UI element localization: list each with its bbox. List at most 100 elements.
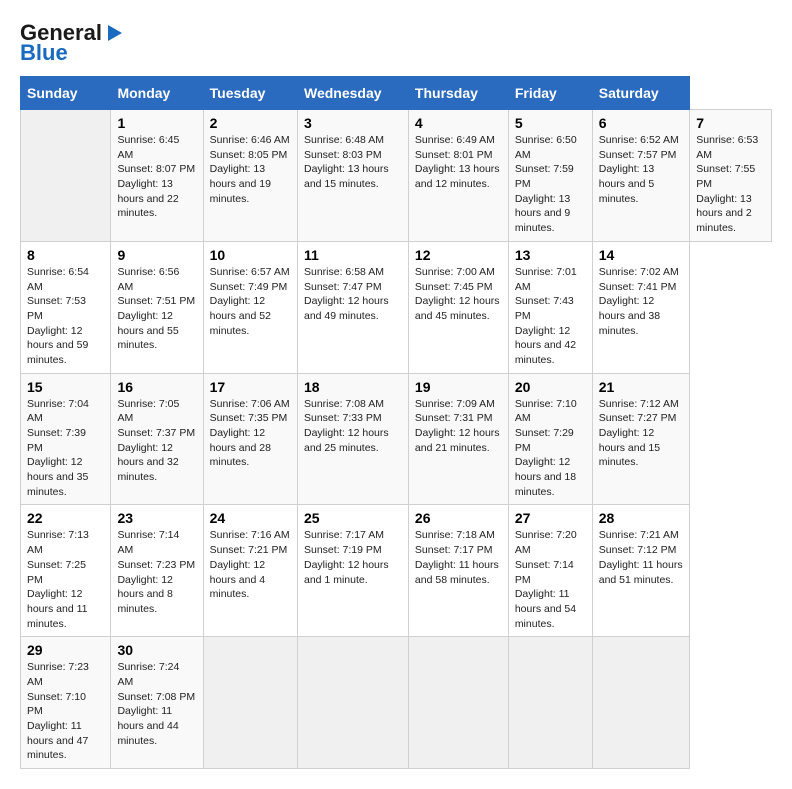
sunset-time: Sunset: 7:41 PM <box>599 281 677 293</box>
week-row-1: 1 Sunrise: 6:45 AM Sunset: 8:07 PM Dayli… <box>21 110 772 242</box>
logo: General Blue <box>20 20 122 66</box>
daylight-hours: Daylight: 11 hours and 44 minutes. <box>117 705 178 746</box>
day-cell-20: 20 Sunrise: 7:10 AM Sunset: 7:29 PM Dayl… <box>508 373 592 505</box>
page-header: General Blue <box>20 20 772 66</box>
day-number: 12 <box>415 247 502 263</box>
empty-cell <box>298 637 409 769</box>
day-detail: Sunrise: 6:57 AM Sunset: 7:49 PM Dayligh… <box>210 265 291 338</box>
daylight-hours: Daylight: 12 hours and 42 minutes. <box>515 325 576 366</box>
day-detail: Sunrise: 7:01 AM Sunset: 7:43 PM Dayligh… <box>515 265 586 368</box>
day-number: 27 <box>515 510 586 526</box>
day-detail: Sunrise: 6:48 AM Sunset: 8:03 PM Dayligh… <box>304 133 402 192</box>
daylight-hours: Daylight: 13 hours and 19 minutes. <box>210 163 271 204</box>
daylight-hours: Daylight: 12 hours and 11 minutes. <box>27 588 88 629</box>
day-cell-21: 21 Sunrise: 7:12 AM Sunset: 7:27 PM Dayl… <box>592 373 690 505</box>
sunrise-time: Sunrise: 7:12 AM <box>599 398 679 410</box>
day-number: 8 <box>27 247 104 263</box>
daylight-hours: Daylight: 12 hours and 32 minutes. <box>117 442 178 483</box>
day-number: 19 <box>415 379 502 395</box>
daylight-hours: Daylight: 13 hours and 2 minutes. <box>696 193 751 234</box>
day-cell-19: 19 Sunrise: 7:09 AM Sunset: 7:31 PM Dayl… <box>408 373 508 505</box>
day-number: 23 <box>117 510 196 526</box>
day-detail: Sunrise: 7:09 AM Sunset: 7:31 PM Dayligh… <box>415 397 502 456</box>
sunset-time: Sunset: 7:45 PM <box>415 281 493 293</box>
sunrise-time: Sunrise: 7:04 AM <box>27 398 89 425</box>
week-row-3: 15 Sunrise: 7:04 AM Sunset: 7:39 PM Dayl… <box>21 373 772 505</box>
day-detail: Sunrise: 7:20 AM Sunset: 7:14 PM Dayligh… <box>515 528 586 631</box>
day-cell-30: 30 Sunrise: 7:24 AM Sunset: 7:08 PM Dayl… <box>111 637 203 769</box>
logo-blue-text: Blue <box>20 40 68 66</box>
sunrise-time: Sunrise: 7:01 AM <box>515 266 577 293</box>
sunrise-time: Sunrise: 7:09 AM <box>415 398 495 410</box>
day-number: 29 <box>27 642 104 658</box>
day-number: 16 <box>117 379 196 395</box>
sunset-time: Sunset: 7:33 PM <box>304 412 382 424</box>
daylight-hours: Daylight: 12 hours and 28 minutes. <box>210 427 271 468</box>
column-header-tuesday: Tuesday <box>203 77 297 110</box>
sunset-time: Sunset: 7:37 PM <box>117 427 195 439</box>
sunrise-time: Sunrise: 6:56 AM <box>117 266 179 293</box>
day-number: 18 <box>304 379 402 395</box>
day-number: 28 <box>599 510 684 526</box>
column-header-friday: Friday <box>508 77 592 110</box>
day-cell-9: 9 Sunrise: 6:56 AM Sunset: 7:51 PM Dayli… <box>111 241 203 373</box>
sunset-time: Sunset: 7:53 PM <box>27 295 86 322</box>
day-detail: Sunrise: 6:52 AM Sunset: 7:57 PM Dayligh… <box>599 133 684 206</box>
daylight-hours: Daylight: 12 hours and 38 minutes. <box>599 295 660 336</box>
daylight-hours: Daylight: 12 hours and 8 minutes. <box>117 574 172 615</box>
daylight-hours: Daylight: 12 hours and 25 minutes. <box>304 427 389 454</box>
day-cell-14: 14 Sunrise: 7:02 AM Sunset: 7:41 PM Dayl… <box>592 241 690 373</box>
day-cell-17: 17 Sunrise: 7:06 AM Sunset: 7:35 PM Dayl… <box>203 373 297 505</box>
day-detail: Sunrise: 7:17 AM Sunset: 7:19 PM Dayligh… <box>304 528 402 587</box>
day-detail: Sunrise: 6:49 AM Sunset: 8:01 PM Dayligh… <box>415 133 502 192</box>
daylight-hours: Daylight: 11 hours and 47 minutes. <box>27 720 88 761</box>
day-detail: Sunrise: 7:00 AM Sunset: 7:45 PM Dayligh… <box>415 265 502 324</box>
day-cell-16: 16 Sunrise: 7:05 AM Sunset: 7:37 PM Dayl… <box>111 373 203 505</box>
daylight-hours: Daylight: 11 hours and 58 minutes. <box>415 559 499 586</box>
day-number: 2 <box>210 115 291 131</box>
day-cell-27: 27 Sunrise: 7:20 AM Sunset: 7:14 PM Dayl… <box>508 505 592 637</box>
day-cell-22: 22 Sunrise: 7:13 AM Sunset: 7:25 PM Dayl… <box>21 505 111 637</box>
day-number: 11 <box>304 247 402 263</box>
day-cell-24: 24 Sunrise: 7:16 AM Sunset: 7:21 PM Dayl… <box>203 505 297 637</box>
column-header-thursday: Thursday <box>408 77 508 110</box>
week-row-5: 29 Sunrise: 7:23 AM Sunset: 7:10 PM Dayl… <box>21 637 772 769</box>
day-detail: Sunrise: 6:45 AM Sunset: 8:07 PM Dayligh… <box>117 133 196 221</box>
daylight-hours: Daylight: 12 hours and 21 minutes. <box>415 427 500 454</box>
sunset-time: Sunset: 7:39 PM <box>27 427 86 454</box>
day-cell-29: 29 Sunrise: 7:23 AM Sunset: 7:10 PM Dayl… <box>21 637 111 769</box>
calendar-table: SundayMondayTuesdayWednesdayThursdayFrid… <box>20 76 772 769</box>
day-number: 20 <box>515 379 586 395</box>
day-cell-3: 3 Sunrise: 6:48 AM Sunset: 8:03 PM Dayli… <box>298 110 409 242</box>
sunset-time: Sunset: 8:07 PM <box>117 163 195 175</box>
empty-cell <box>203 637 297 769</box>
empty-cell <box>592 637 690 769</box>
daylight-hours: Daylight: 13 hours and 5 minutes. <box>599 163 654 204</box>
day-detail: Sunrise: 7:23 AM Sunset: 7:10 PM Dayligh… <box>27 660 104 763</box>
day-cell-1: 1 Sunrise: 6:45 AM Sunset: 8:07 PM Dayli… <box>111 110 203 242</box>
day-cell-8: 8 Sunrise: 6:54 AM Sunset: 7:53 PM Dayli… <box>21 241 111 373</box>
sunset-time: Sunset: 7:10 PM <box>27 691 86 718</box>
sunrise-time: Sunrise: 7:17 AM <box>304 529 384 541</box>
sunset-time: Sunset: 7:31 PM <box>415 412 493 424</box>
daylight-hours: Daylight: 12 hours and 35 minutes. <box>27 456 88 497</box>
day-number: 26 <box>415 510 502 526</box>
daylight-hours: Daylight: 12 hours and 45 minutes. <box>415 295 500 322</box>
day-number: 3 <box>304 115 402 131</box>
day-detail: Sunrise: 7:02 AM Sunset: 7:41 PM Dayligh… <box>599 265 684 338</box>
daylight-hours: Daylight: 12 hours and 15 minutes. <box>599 427 660 468</box>
sunset-time: Sunset: 7:59 PM <box>515 163 574 190</box>
daylight-hours: Daylight: 12 hours and 4 minutes. <box>210 559 265 600</box>
day-number: 9 <box>117 247 196 263</box>
day-number: 1 <box>117 115 196 131</box>
day-detail: Sunrise: 7:13 AM Sunset: 7:25 PM Dayligh… <box>27 528 104 631</box>
day-detail: Sunrise: 7:18 AM Sunset: 7:17 PM Dayligh… <box>415 528 502 587</box>
sunset-time: Sunset: 7:25 PM <box>27 559 86 586</box>
day-number: 6 <box>599 115 684 131</box>
day-detail: Sunrise: 7:05 AM Sunset: 7:37 PM Dayligh… <box>117 397 196 485</box>
sunset-time: Sunset: 7:08 PM <box>117 691 195 703</box>
day-detail: Sunrise: 6:46 AM Sunset: 8:05 PM Dayligh… <box>210 133 291 206</box>
day-number: 4 <box>415 115 502 131</box>
week-row-2: 8 Sunrise: 6:54 AM Sunset: 7:53 PM Dayli… <box>21 241 772 373</box>
day-cell-2: 2 Sunrise: 6:46 AM Sunset: 8:05 PM Dayli… <box>203 110 297 242</box>
